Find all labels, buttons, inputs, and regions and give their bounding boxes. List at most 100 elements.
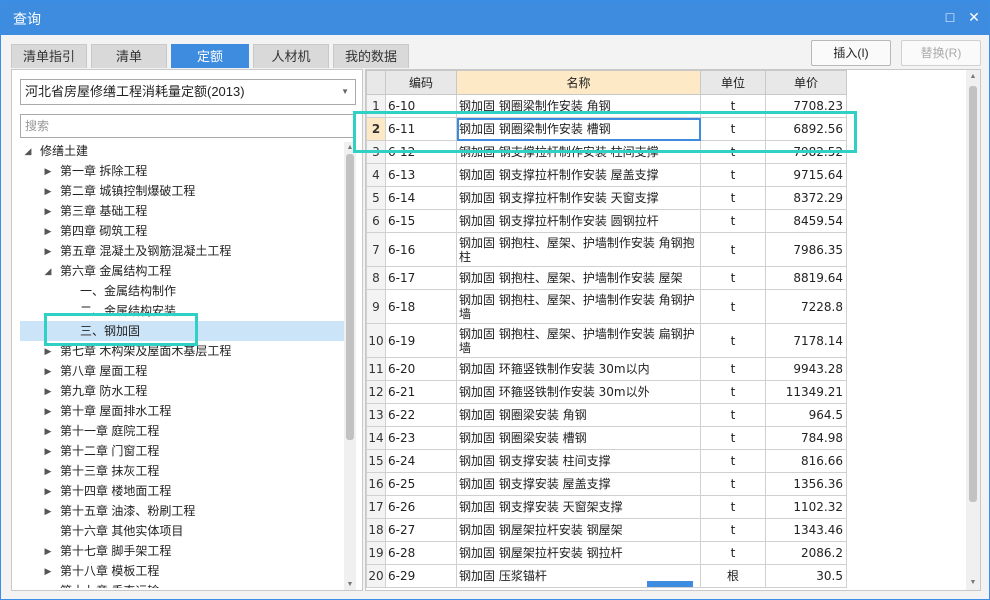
library-select[interactable]: 河北省房屋修缮工程消耗量定额(2013) ▼ [20,79,356,105]
tab-my-data[interactable]: 我的数据 [333,44,409,68]
tree-item[interactable]: ▶ 第十九章 垂直运输 [20,581,344,588]
row-number[interactable]: 12 [366,380,386,404]
table-row[interactable]: 16 6-25 钢加固 钢支撑安装 屋盖支撑 t 1356.36 [366,472,847,496]
splitter-handle[interactable] [647,581,693,587]
cell-unit[interactable]: t [700,380,766,404]
cell-unit[interactable]: t [700,426,766,450]
tree-item[interactable]: ▶ 第十七章 脚手架工程 [20,541,344,561]
cell-name[interactable]: 钢加固 钢支撑拉杆制作安装 圆钢拉杆 [456,209,701,233]
tree-item[interactable]: ▶ 第十一章 庭院工程 [20,421,344,441]
cell-code[interactable]: 6-13 [385,163,457,187]
table-row[interactable]: 14 6-23 钢加固 钢圈梁安装 槽钢 t 784.98 [366,426,847,450]
expand-arrow-icon[interactable]: ▶ [42,361,54,381]
insert-button[interactable]: 插入(I) [811,40,891,66]
tree-item[interactable]: ▶ 第四章 砌筑工程 [20,221,344,241]
cell-name[interactable]: 钢加固 钢屋架拉杆安装 钢屋架 [456,518,701,542]
expand-arrow-icon[interactable]: ▶ [42,561,54,581]
row-number[interactable]: 4 [366,163,386,187]
tab-materials[interactable]: 人材机 [253,44,329,68]
cell-code[interactable]: 6-25 [385,472,457,496]
cell-name[interactable]: 钢加固 钢圈梁安装 槽钢 [456,426,701,450]
cell-code[interactable]: 6-16 [385,232,457,267]
tree-item[interactable]: ▶ 第十五章 油漆、粉刷工程 [20,501,344,521]
table-row[interactable]: 7 6-16 钢加固 钢抱柱、屋架、护墙制作安装 角钢抱柱 t 7986.35 [366,232,847,267]
expand-arrow-icon[interactable]: ▶ [42,481,54,501]
table-row[interactable]: 20 6-29 钢加固 压浆锚杆根 30.5 [366,564,847,588]
cell-unit[interactable]: t [700,449,766,473]
cell-price[interactable]: 784.98 [765,426,847,450]
row-number[interactable]: 13 [366,403,386,427]
cell-code[interactable]: 6-22 [385,403,457,427]
tab-quota[interactable]: 定额 [171,44,249,68]
tree-item[interactable]: ▶ 第九章 防水工程 [20,381,344,401]
expand-arrow-icon[interactable]: ▶ [42,181,54,201]
expand-arrow-icon[interactable]: ▶ [42,441,54,461]
cell-price[interactable]: 964.5 [765,403,847,427]
expand-arrow-icon[interactable]: ▶ [42,541,54,561]
cell-name[interactable]: 钢加固 钢圈梁安装 角钢 [456,403,701,427]
table-row[interactable]: 15 6-24 钢加固 钢支撑安装 柱间支撑 t 816.66 [366,449,847,473]
table-row[interactable]: 6 6-15 钢加固 钢支撑拉杆制作安装 圆钢拉杆 t 8459.54 [366,209,847,233]
cell-unit[interactable]: t [700,518,766,542]
tree-item[interactable]: ◢ 修缮土建 [20,141,344,161]
tree-item[interactable]: ▶ 第八章 屋面工程 [20,361,344,381]
cell-name[interactable]: 钢加固 钢支撑拉杆制作安装 天窗支撑 [456,186,701,210]
cell-code[interactable]: 6-24 [385,449,457,473]
row-number[interactable]: 9 [366,289,386,324]
cell-code[interactable]: 6-17 [385,266,457,290]
cell-unit[interactable]: t [700,266,766,290]
header-price[interactable]: 单价 [765,70,847,95]
cell-price[interactable]: 816.66 [765,449,847,473]
collapse-arrow-icon[interactable]: ◢ [42,261,54,281]
cell-price[interactable]: 8372.29 [765,186,847,210]
row-number[interactable]: 17 [366,495,386,519]
cell-unit[interactable]: t [700,289,766,324]
cell-name[interactable]: 钢加固 钢抱柱、屋架、护墙制作安装 角钢抱柱 [456,232,701,267]
cell-name[interactable]: 钢加固 钢屋架拉杆安装 钢拉杆 [456,541,701,565]
expand-arrow-icon[interactable]: ▶ [42,501,54,521]
row-number[interactable]: 20 [366,564,386,588]
cell-price[interactable]: 8819.64 [765,266,847,290]
tree-scrollbar-thumb[interactable] [346,154,354,440]
table-row[interactable]: 13 6-22 钢加固 钢圈梁安装 角钢 t 964.5 [366,403,847,427]
tree-item[interactable]: ▶ 第十二章 门窗工程 [20,441,344,461]
cell-code[interactable]: 6-19 [385,323,457,358]
tab-bill-guide[interactable]: 清单指引 [11,44,87,68]
scroll-down-icon[interactable]: ▼ [344,581,356,588]
cell-unit[interactable]: t [700,495,766,519]
cell-price[interactable]: 8459.54 [765,209,847,233]
row-number[interactable]: 16 [366,472,386,496]
tree-item[interactable]: ▶ 第一章 拆除工程 [20,161,344,181]
header-code[interactable]: 编码 [385,70,457,95]
collapse-arrow-icon[interactable]: ◢ [22,141,34,161]
cell-price[interactable]: 11349.21 [765,380,847,404]
maximize-icon[interactable]: □ [941,8,959,26]
cell-price[interactable]: 7228.8 [765,289,847,324]
row-number[interactable]: 19 [366,541,386,565]
cell-name[interactable]: 钢加固 钢支撑安装 屋盖支撑 [456,472,701,496]
cell-code[interactable]: 6-20 [385,357,457,381]
cell-code[interactable]: 6-18 [385,289,457,324]
cell-name[interactable]: 钢加固 钢抱柱、屋架、护墙制作安装 屋架 [456,266,701,290]
scroll-up-icon[interactable]: ▲ [966,73,980,80]
cell-code[interactable]: 6-23 [385,426,457,450]
row-number[interactable]: 14 [366,426,386,450]
cell-price[interactable]: 7178.14 [765,323,847,358]
cell-unit[interactable]: 根 [700,564,766,588]
tree-item[interactable]: ▶ 第十八章 模板工程 [20,561,344,581]
row-number[interactable]: 6 [366,209,386,233]
table-row[interactable]: 12 6-21 钢加固 环箍竖铁制作安装 30m以外 t 11349.21 [366,380,847,404]
tab-bill[interactable]: 清单 [91,44,167,68]
table-row[interactable]: 18 6-27 钢加固 钢屋架拉杆安装 钢屋架 t 1343.46 [366,518,847,542]
cell-unit[interactable]: t [700,163,766,187]
cell-unit[interactable]: t [700,186,766,210]
cell-name[interactable]: 钢加固 钢支撑安装 天窗架支撑 [456,495,701,519]
tree-item[interactable]: ▶ 第二章 城镇控制爆破工程 [20,181,344,201]
cell-name[interactable]: 钢加固 环箍竖铁制作安装 30m以外 [456,380,701,404]
tree-item[interactable]: ▶ 第十章 屋面排水工程 [20,401,344,421]
expand-arrow-icon[interactable]: ▶ [42,381,54,401]
table-scrollbar-thumb[interactable] [969,86,977,502]
cell-unit[interactable]: t [700,323,766,358]
cell-code[interactable]: 6-14 [385,186,457,210]
table-row[interactable]: 8 6-17 钢加固 钢抱柱、屋架、护墙制作安装 屋架 t 8819.64 [366,266,847,290]
